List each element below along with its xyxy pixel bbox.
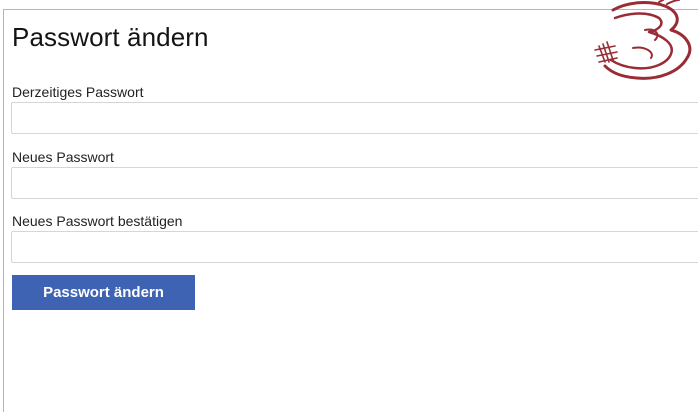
confirm-password-input[interactable] <box>11 231 698 263</box>
current-password-label: Derzeitiges Passwort <box>12 84 144 100</box>
confirm-password-label: Neues Passwort bestätigen <box>12 213 183 229</box>
hand-drawn-number-3-icon <box>594 0 692 80</box>
new-password-input[interactable] <box>11 167 698 199</box>
new-password-label: Neues Passwort <box>12 149 114 165</box>
page-title: Passwort ändern <box>12 22 209 52</box>
change-password-button[interactable]: Passwort ändern <box>12 275 195 310</box>
current-password-input[interactable] <box>11 102 698 134</box>
